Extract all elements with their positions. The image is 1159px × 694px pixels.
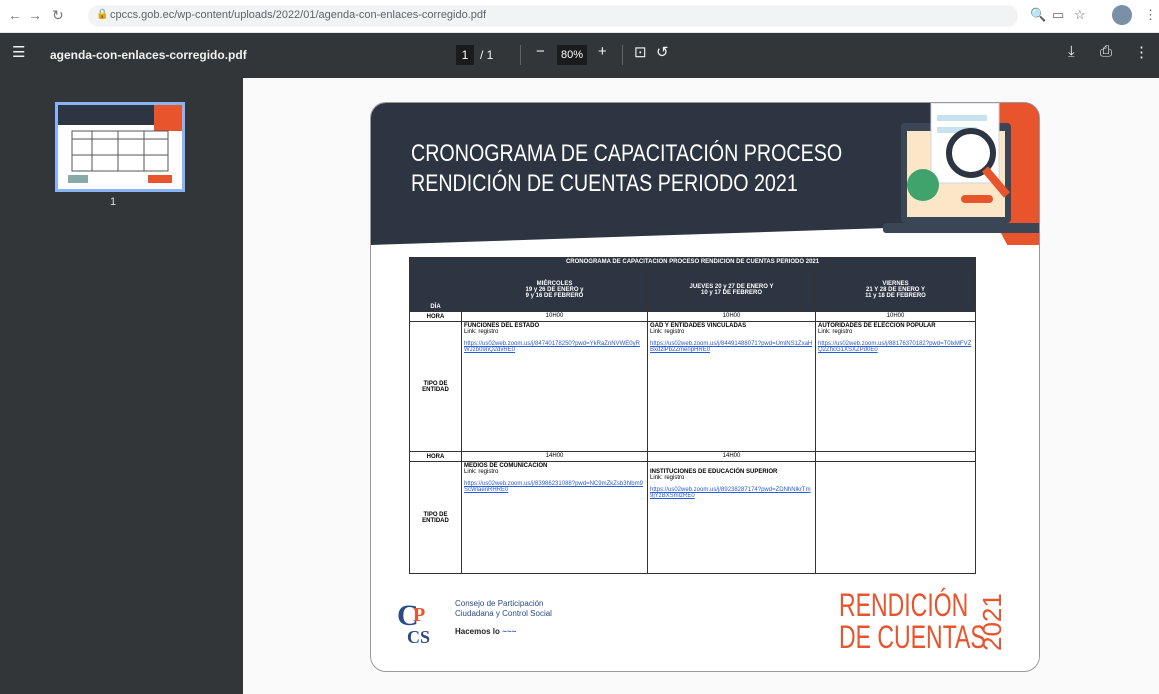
hora-label: HORA [409,451,462,462]
page-number-input[interactable]: 1 [456,45,474,65]
divider [622,45,623,65]
table-cell: AUTORIDADES DE ELECCIÓN POPULAR Link: re… [814,321,977,452]
link-label: Link: registro [464,469,499,475]
tipo-entidad-label: TIPO DE ENTIDAD [409,461,462,574]
table-cell: GAD Y ENTIDADES VINCULADAS Link: registr… [647,321,816,452]
schedule-table: CRONOGRAMA DE CAPACITACIÓN PROCESO RENDI… [408,257,977,577]
rendicion-line-1: RENDICIÓN [839,587,969,623]
rendicion-year: 2021 [977,593,1007,651]
logo-script-icon: ~~~ [502,627,517,636]
thumbnail-sidebar: 1 [0,78,243,694]
print-icon[interactable]: ⎙ [1100,43,1112,60]
url-text[interactable]: cpccs.gob.ec/wp-content/uploads/2022/01/… [110,9,486,21]
svg-text:CS: CS [407,627,430,647]
link-label: Link: registro [818,329,853,335]
back-icon[interactable]: ← [8,7,22,23]
logo-slogan: Hacemos lo [455,627,500,636]
table-cell: INSTITUCIONES DE EDUCACIÓN SUPERIOR Link… [647,461,816,574]
registration-link[interactable]: https://us02web.zoom.us/j/84740178250?pw… [464,341,645,353]
day-line: 9 y 16 DE FEBRERO [525,293,584,299]
divider [520,45,521,65]
menu-kebab-icon[interactable]: ⋮ [1144,7,1157,23]
hora-cell: 14H00 [461,451,648,462]
thumbnail-page-number: 1 [110,196,117,208]
svg-text:P: P [413,604,425,626]
hora-cell [814,451,977,462]
rendicion-line-2: DE CUENTAS [839,619,986,655]
logo-line-1: Consejo de Participación [455,599,544,608]
hamburger-menu-icon[interactable]: ☰ [12,43,25,61]
rendicion-logo: RENDICIÓN DE CUENTAS 2021 [831,581,1021,661]
cast-icon[interactable]: ▭ [1052,7,1064,23]
reload-icon[interactable]: ↻ [52,7,64,24]
col-header-day-1: MIÉRCOLES 19 y 26 DE ENERO y 9 y 16 DE F… [461,268,648,312]
logo-line-2: Ciudadana y Control Social [455,609,552,618]
bookmark-star-icon[interactable]: ☆ [1074,7,1086,23]
zoom-in-icon[interactable]: + [598,43,607,60]
hora-cell: 10H00 [647,311,816,322]
forward-icon[interactable]: → [28,7,42,23]
hora-label: HORA [409,311,462,322]
zoom-icon[interactable]: 🔍 [1030,7,1046,23]
zoom-input[interactable]: 80% [557,45,587,65]
rotate-icon[interactable]: ↺ [656,43,669,61]
registration-link[interactable]: https://us02web.zoom.us/j/84491488071?pw… [650,341,813,353]
col-header-dia: DÍA [409,268,462,312]
col-header-day-2: JUEVES 20 y 27 DE ENERO Y 10 y 17 DE FEB… [647,268,816,312]
table-cell-empty [814,461,977,574]
hora-cell: 14H00 [647,451,816,462]
registration-link[interactable]: https://us02web.zoom.us/j/88176370182?pw… [818,341,973,353]
download-icon[interactable]: ⤓ [1068,43,1075,60]
cpccs-emblem-icon: C P CS [397,599,430,647]
more-options-icon[interactable]: ⋮ [1134,43,1149,61]
registration-link[interactable]: https://us02web.zoom.us/j/89238287174?pw… [650,487,813,499]
thumbnail-preview [58,105,182,183]
page-thumbnail[interactable] [55,102,185,192]
address-bar[interactable]: 🔒 cpccs.gob.ec/wp-content/uploads/2022/0… [88,5,1018,27]
browser-toolbar: ← → ↻ 🔒 cpccs.gob.ec/wp-content/uploads/… [0,0,1159,33]
profile-avatar[interactable] [1112,5,1132,25]
col-header-day-3: VIERNES 21 Y 28 DE ENERO Y 11 y 18 DE FE… [814,268,977,312]
table-cell: FUNCIONES DEL ESTADO Link: registro http… [461,321,648,452]
pdf-page: CRONOGRAMA DE CAPACITACIÓN PROCESO RENDI… [370,102,1040,672]
link-label: Link: registro [650,475,685,481]
title-line-2: RENDICIÓN DE CUENTAS PERIODO 2021 [411,170,798,197]
lock-icon[interactable]: 🔒 [96,9,108,20]
title-line-1: CRONOGRAMA DE CAPACITACIÓN PROCESO [411,140,843,167]
link-label: Link: registro [464,329,499,335]
registration-link[interactable]: https://us02web.zoom.us/j/83986231088?pw… [464,481,645,493]
document-title: CRONOGRAMA DE CAPACITACIÓN PROCESO RENDI… [411,139,842,199]
hora-cell: 10H00 [461,311,648,322]
day-line: 11 y 18 DE FEBRERO [865,293,926,299]
link-label: Link: registro [650,329,685,335]
pdf-toolbar: ☰ agenda-con-enlaces-corregido.pdf 1 / 1… [0,33,1159,78]
page-total: / 1 [480,48,494,62]
pdf-filename: agenda-con-enlaces-corregido.pdf [50,48,247,62]
zoom-out-icon[interactable]: − [536,43,545,60]
fit-page-icon[interactable]: ⊡ [634,43,647,61]
table-cell: MEDIOS DE COMUNICACIÓN Link: registro ht… [461,461,648,574]
hora-cell: 10H00 [814,311,977,322]
day-line: 10 y 17 DE FEBRERO [700,290,763,296]
cpccs-logo: C P CS Consejo de Participación Ciudadan… [393,587,603,657]
tipo-entidad-label: TIPO DE ENTIDAD [409,321,462,452]
table-caption: CRONOGRAMA DE CAPACITACIÓN PROCESO RENDI… [408,257,977,269]
